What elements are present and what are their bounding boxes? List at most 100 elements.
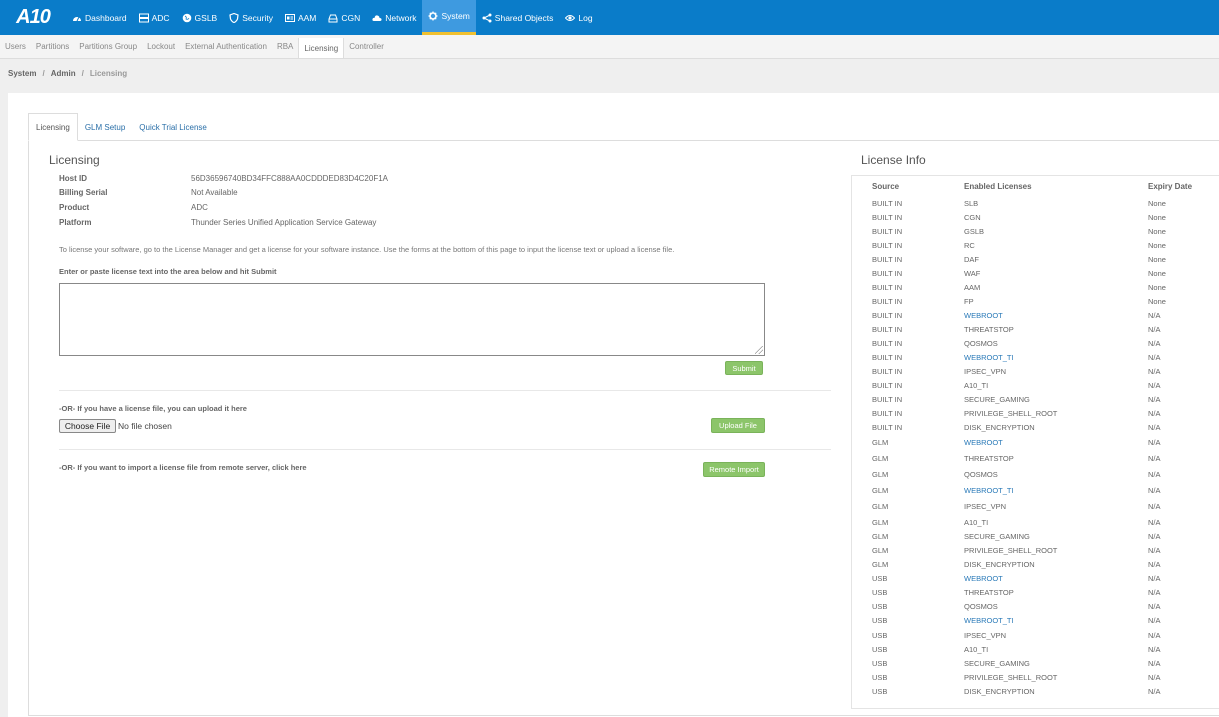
content-bottom-border [28, 715, 1219, 716]
source-cell: BUILT IN [872, 381, 903, 390]
expiry-cell: N/A [1148, 532, 1161, 541]
source-cell: BUILT IN [872, 241, 903, 250]
breadcrumb-admin[interactable]: Admin [51, 69, 76, 78]
license-cell: DAF [964, 255, 979, 264]
table-row: USB THREATSTOP N/A [8, 588, 1219, 600]
table-row: GLM A10_TI N/A [8, 518, 1219, 530]
source-cell: BUILT IN [872, 269, 903, 278]
source-cell: BUILT IN [872, 367, 903, 376]
expiry-cell: N/A [1148, 645, 1161, 654]
nav-shared-objects-label: Shared Objects [494, 12, 554, 23]
nav-gslb[interactable]: GSLB [176, 0, 224, 35]
expiry-cell: N/A [1148, 486, 1161, 495]
expiry-cell: N/A [1148, 395, 1161, 404]
source-cell: BUILT IN [872, 325, 903, 334]
license-cell: THREATSTOP [964, 588, 1014, 597]
table-row: BUILT IN RC None [8, 241, 1219, 253]
nav-adc[interactable]: ADC [133, 0, 176, 35]
eye-icon [565, 13, 576, 23]
nav-log[interactable]: Log [559, 0, 598, 35]
table-row: USB QOSMOS N/A [8, 602, 1219, 614]
license-link[interactable]: WEBROOT [964, 574, 1003, 583]
subnav-lockout[interactable]: Lockout [142, 35, 180, 58]
subnav-users[interactable]: Users [0, 35, 31, 58]
source-cell: USB [872, 588, 888, 597]
table-row: BUILT IN SLB None [8, 199, 1219, 211]
license-link[interactable]: WEBROOT [964, 311, 1003, 320]
expiry-cell: N/A [1148, 518, 1161, 527]
expiry-cell: N/A [1148, 588, 1161, 597]
license-cell: SLB [964, 199, 979, 208]
table-row: USB WEBROOT N/A [8, 574, 1219, 586]
nav-cgn[interactable]: CGN [322, 0, 366, 35]
subnav-partitions[interactable]: Partitions [31, 35, 74, 58]
top-nav: A10 Dashboard ADC GSLB Security AAM CGN … [0, 0, 1219, 35]
column-header-enabled-licenses: Enabled Licenses [964, 182, 1032, 191]
breadcrumb: System / Admin / Licensing [8, 69, 127, 78]
license-link[interactable]: WEBROOT_TI [964, 616, 1014, 625]
license-link[interactable]: WEBROOT_TI [964, 486, 1014, 495]
license-link[interactable]: WEBROOT_TI [964, 353, 1014, 362]
tab-licensing[interactable]: Licensing [28, 113, 78, 141]
nav-shared-objects[interactable]: Shared Objects [476, 0, 560, 35]
nav-network-label: Network [385, 12, 417, 23]
license-cell: IPSEC_VPN [964, 631, 1007, 640]
cloud-icon [372, 13, 382, 23]
table-row: USB IPSEC_VPN N/A [8, 631, 1219, 643]
nav-security[interactable]: Security [223, 0, 279, 35]
tab-quick-trial-license[interactable]: Quick Trial License [132, 113, 214, 141]
source-cell: USB [872, 645, 888, 654]
license-cell: QOSMOS [964, 470, 998, 479]
license-link[interactable]: WEBROOT [964, 438, 1003, 447]
table-row: USB A10_TI N/A [8, 645, 1219, 657]
subnav-controller[interactable]: Controller [344, 35, 389, 58]
license-cell: A10_TI [964, 645, 989, 654]
table-row: GLM QOSMOS N/A [8, 470, 1219, 482]
table-row: USB DISK_ENCRYPTION N/A [8, 687, 1219, 699]
source-cell: BUILT IN [872, 227, 903, 236]
breadcrumb-separator: / [42, 69, 45, 78]
tab-glm-setup[interactable]: GLM Setup [78, 113, 132, 141]
breadcrumb-system[interactable]: System [8, 69, 36, 78]
expiry-cell: N/A [1148, 423, 1161, 432]
expiry-cell: N/A [1148, 311, 1161, 320]
expiry-cell: N/A [1148, 454, 1161, 463]
source-cell: BUILT IN [872, 283, 903, 292]
license-cell: WAF [964, 269, 981, 278]
expiry-cell: None [1148, 255, 1166, 264]
source-cell: USB [872, 616, 888, 625]
table-row: BUILT IN WAF None [8, 269, 1219, 281]
table-row: BUILT IN PRIVILEGE_SHELL_ROOT N/A [8, 409, 1219, 421]
license-cell: DISK_ENCRYPTION [964, 423, 1035, 432]
license-cell: IPSEC_VPN [964, 367, 1007, 376]
column-header-expiry-date: Expiry Date [1148, 182, 1193, 191]
breadcrumb-licensing: Licensing [89, 69, 128, 78]
table-row: BUILT IN A10_TI N/A [8, 381, 1219, 393]
a10-logo[interactable]: A10 [0, 0, 66, 35]
table-row: BUILT IN FP None [8, 297, 1219, 309]
nav-dashboard[interactable]: Dashboard [66, 0, 133, 35]
nav-system[interactable]: System [422, 0, 476, 35]
host-id-value: 56D36596740BD34FFC888AA0CDDDED83D4C20F1A [191, 174, 388, 183]
expiry-cell: N/A [1148, 659, 1161, 668]
globe-icon [182, 13, 192, 23]
source-cell: GLM [872, 532, 889, 541]
subnav-rba[interactable]: RBA [272, 35, 298, 58]
nav-network[interactable]: Network [366, 0, 422, 35]
host-id-label: Host ID [59, 174, 87, 183]
main-panel: Licensing GLM Setup Quick Trial License … [8, 93, 1219, 717]
subnav-external-authentication[interactable]: External Authentication [180, 35, 272, 58]
billing-serial-label: Billing Serial [59, 188, 108, 197]
license-cell: THREATSTOP [964, 454, 1014, 463]
table-row: BUILT IN CGN None [8, 213, 1219, 225]
license-cell: A10_TI [964, 518, 989, 527]
source-cell: BUILT IN [872, 339, 903, 348]
expiry-cell: None [1148, 283, 1166, 292]
expiry-cell: N/A [1148, 673, 1161, 682]
expiry-cell: N/A [1148, 325, 1161, 334]
nav-aam[interactable]: AAM [279, 0, 322, 35]
subnav-licensing[interactable]: Licensing [298, 38, 345, 58]
subnav-partitions-group[interactable]: Partitions Group [74, 35, 142, 58]
license-cell: THREATSTOP [964, 325, 1014, 334]
nav-gslb-label: GSLB [194, 12, 218, 23]
